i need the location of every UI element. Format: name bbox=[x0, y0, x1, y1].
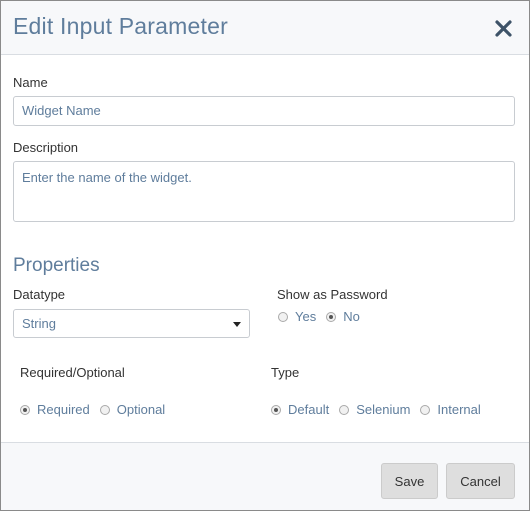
radio-required-label: Required bbox=[37, 402, 90, 417]
radio-yes[interactable] bbox=[278, 311, 288, 322]
required-optional-label: Required/Optional bbox=[20, 365, 125, 380]
type-default-option[interactable]: Default bbox=[271, 402, 329, 417]
chevron-down-icon bbox=[233, 322, 241, 327]
save-button[interactable]: Save bbox=[381, 463, 438, 499]
description-label: Description bbox=[13, 140, 79, 155]
properties-heading: Properties bbox=[13, 255, 100, 276]
dialog-header: Edit Input Parameter bbox=[1, 1, 529, 55]
type-label: Type bbox=[271, 365, 300, 380]
optional-option[interactable]: Optional bbox=[99, 402, 166, 417]
close-icon[interactable] bbox=[491, 15, 517, 41]
radio-internal-label: Internal bbox=[437, 402, 481, 417]
name-input[interactable]: Widget Name bbox=[13, 96, 515, 126]
description-textarea[interactable]: Enter the name of the widget. bbox=[13, 161, 515, 222]
radio-yes-label: Yes bbox=[295, 309, 317, 324]
show-as-password-label: Show as Password bbox=[277, 287, 388, 302]
show-as-password-radio-group: Yes No bbox=[278, 309, 370, 324]
required-optional-radio-group: Required Optional bbox=[20, 402, 175, 417]
type-selenium-option[interactable]: Selenium bbox=[339, 402, 410, 417]
datatype-label: Datatype bbox=[13, 287, 66, 302]
type-internal-option[interactable]: Internal bbox=[420, 402, 481, 417]
cancel-button[interactable]: Cancel bbox=[446, 463, 515, 499]
show-password-no-option[interactable]: No bbox=[326, 309, 360, 324]
radio-selenium-label: Selenium bbox=[356, 402, 411, 417]
radio-default[interactable] bbox=[271, 404, 281, 415]
radio-required[interactable] bbox=[20, 404, 30, 415]
radio-optional[interactable] bbox=[99, 404, 110, 415]
name-label: Name bbox=[13, 75, 48, 90]
dialog-footer: Save Cancel bbox=[1, 442, 529, 510]
radio-internal[interactable] bbox=[420, 404, 431, 415]
radio-no[interactable] bbox=[326, 311, 337, 322]
radio-selenium[interactable] bbox=[339, 404, 350, 415]
required-option[interactable]: Required bbox=[20, 402, 90, 417]
dialog-title: Edit Input Parameter bbox=[13, 13, 228, 39]
type-radio-group: Default Selenium Internal bbox=[271, 402, 491, 417]
radio-optional-label: Optional bbox=[116, 402, 166, 417]
datatype-select[interactable]: String bbox=[13, 309, 250, 338]
show-password-yes-option[interactable]: Yes bbox=[278, 309, 316, 324]
radio-default-label: Default bbox=[288, 402, 330, 417]
datatype-selected-value: String bbox=[22, 316, 56, 331]
edit-input-parameter-dialog: Edit Input Parameter Name Widget Name De… bbox=[0, 0, 530, 511]
radio-no-label: No bbox=[343, 309, 360, 324]
